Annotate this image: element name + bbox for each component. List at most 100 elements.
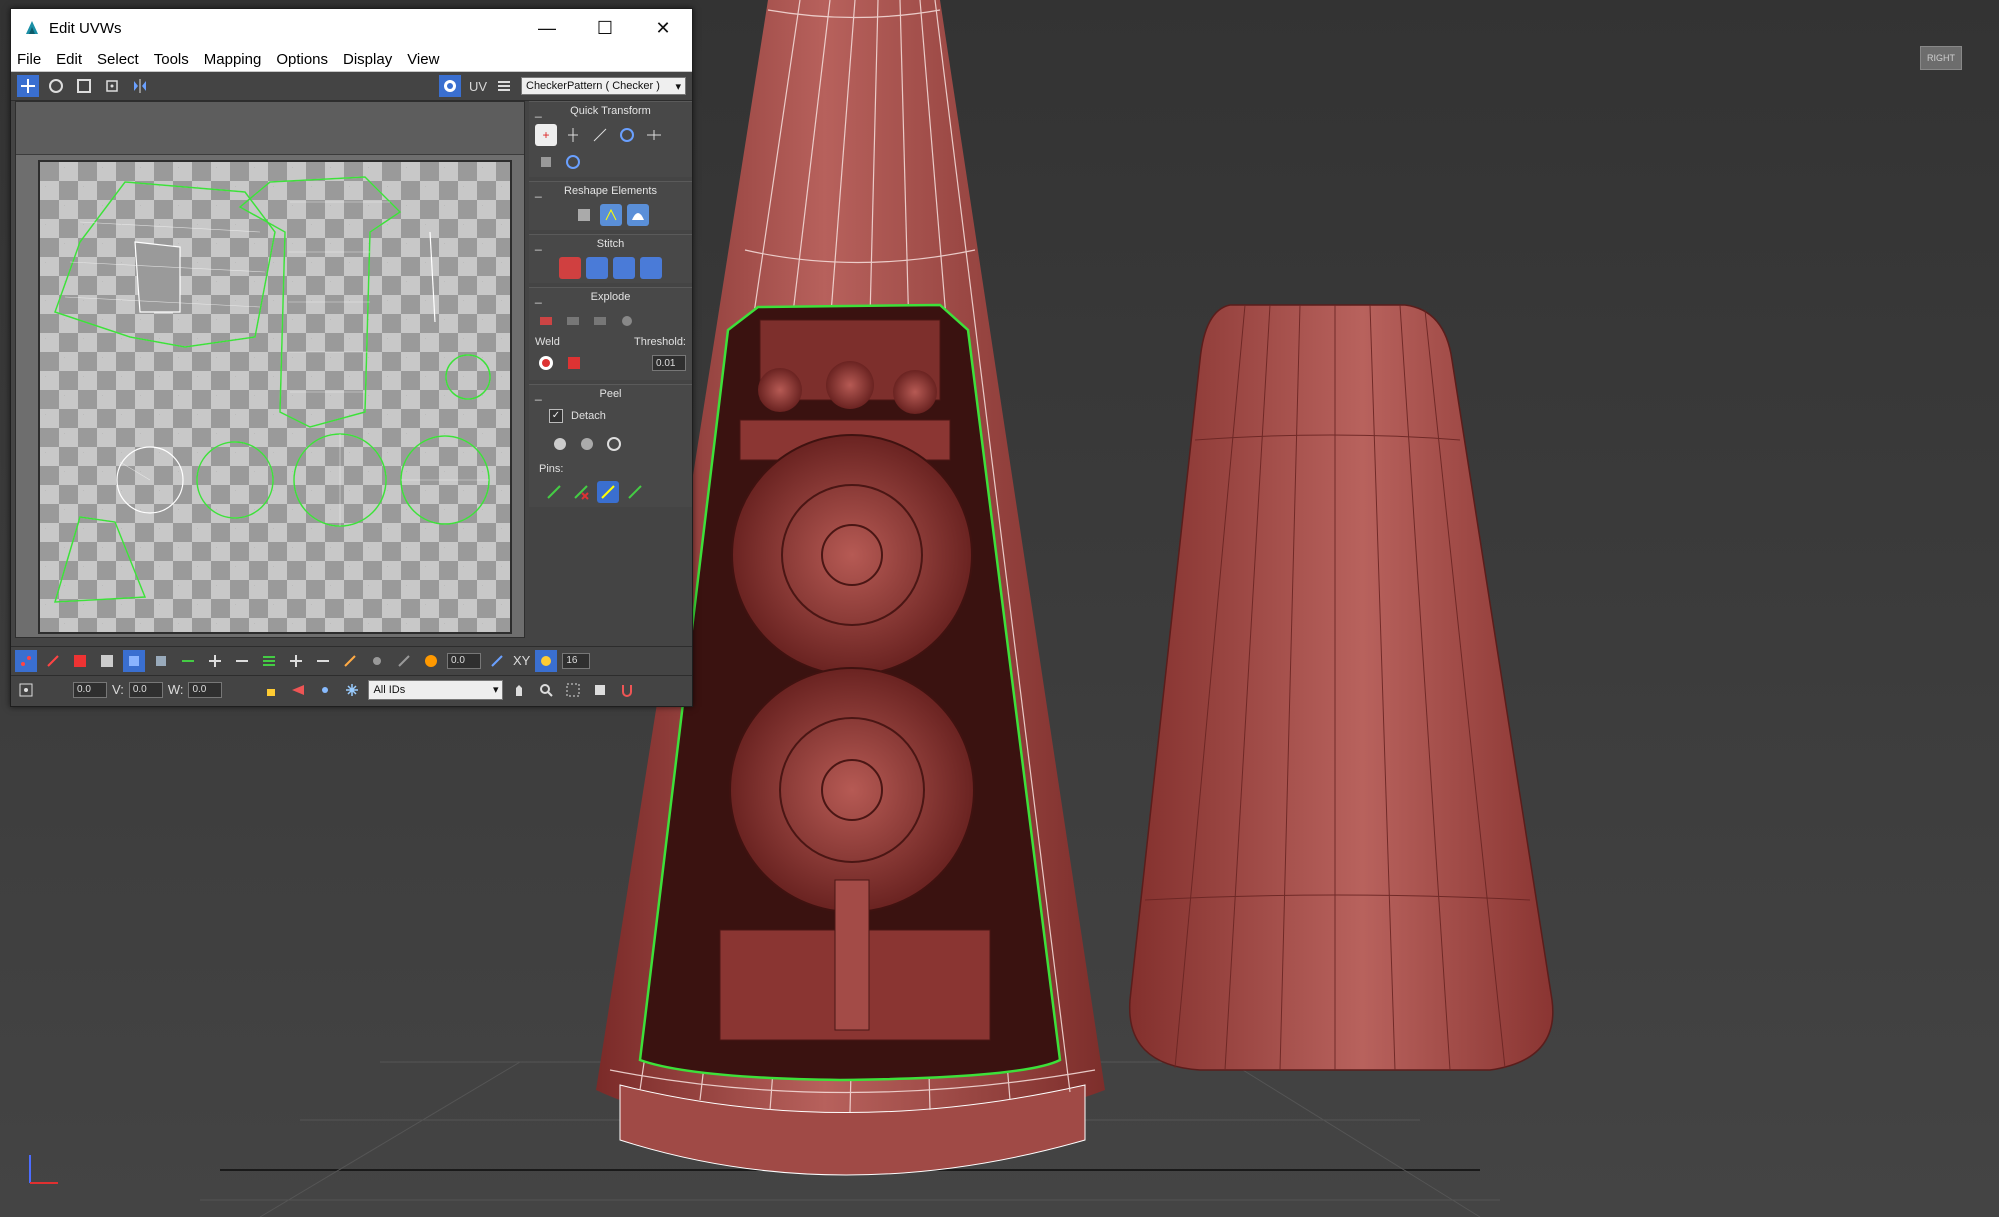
menu-mapping[interactable]: Mapping bbox=[198, 51, 271, 68]
falloff-type-icon[interactable] bbox=[486, 650, 508, 672]
collapse-icon[interactable]: _ bbox=[535, 102, 542, 120]
select-by-element-icon[interactable] bbox=[123, 649, 145, 672]
close-button[interactable]: ✕ bbox=[634, 9, 692, 47]
peel-header[interactable]: _ Peel bbox=[529, 385, 692, 403]
pivot-icon[interactable]: + bbox=[535, 124, 557, 146]
element-mode-icon[interactable] bbox=[96, 650, 118, 672]
align-vertical-icon[interactable] bbox=[562, 124, 584, 146]
show-map-icon[interactable] bbox=[438, 75, 461, 97]
falloff-spinner[interactable]: 0.0 bbox=[447, 652, 481, 669]
explode-header[interactable]: _ Explode bbox=[529, 288, 692, 306]
grow-select-icon[interactable] bbox=[150, 650, 172, 672]
pan-icon[interactable] bbox=[508, 679, 530, 701]
reset-peel-icon[interactable] bbox=[603, 433, 625, 455]
checker-texture[interactable] bbox=[38, 160, 512, 634]
straighten-selection-icon[interactable] bbox=[573, 204, 595, 226]
unpin-icon[interactable] bbox=[570, 481, 592, 503]
menu-select[interactable]: Select bbox=[91, 51, 148, 68]
texture-list-icon[interactable] bbox=[493, 75, 515, 97]
break-icon[interactable] bbox=[535, 310, 557, 332]
paint-shrink-icon[interactable] bbox=[393, 650, 415, 672]
align-horizontal-icon[interactable] bbox=[643, 124, 665, 146]
stitch-header[interactable]: _ Stitch bbox=[529, 235, 692, 253]
select-pins-icon[interactable] bbox=[624, 481, 646, 503]
stitch-average-icon[interactable] bbox=[586, 257, 608, 279]
zoom-extents-icon[interactable] bbox=[589, 679, 611, 701]
zoom-icon[interactable] bbox=[535, 679, 557, 701]
edit-uvws-window[interactable]: Edit UVWs — ☐ ✕ File Edit Select Tools M… bbox=[10, 8, 693, 707]
collapse-icon[interactable]: _ bbox=[535, 182, 542, 200]
minimize-button[interactable]: — bbox=[518, 9, 576, 47]
ring-grow-icon[interactable] bbox=[285, 650, 307, 672]
u-value: 0.0 bbox=[77, 684, 91, 695]
freeze-icon[interactable] bbox=[341, 679, 363, 701]
shrink-icon[interactable] bbox=[231, 650, 253, 672]
menu-options[interactable]: Options bbox=[270, 51, 337, 68]
paint-select-icon[interactable] bbox=[339, 650, 361, 672]
detach-checkbox[interactable]: ✓ bbox=[549, 409, 563, 423]
menu-tools[interactable]: Tools bbox=[148, 51, 198, 68]
relax-icon[interactable] bbox=[599, 204, 622, 226]
texture-dropdown[interactable]: CheckerPattern ( Checker ) ▾ bbox=[521, 77, 686, 95]
rotate-minus-90-icon[interactable] bbox=[562, 151, 584, 173]
ring-icon[interactable] bbox=[258, 650, 280, 672]
quick-transform-header[interactable]: _ Quick Transform bbox=[529, 102, 692, 120]
space-icon[interactable] bbox=[535, 151, 557, 173]
explode-icon[interactable] bbox=[562, 310, 584, 332]
menu-edit[interactable]: Edit bbox=[50, 51, 91, 68]
rotate-90-icon[interactable] bbox=[616, 124, 638, 146]
snap-icon[interactable] bbox=[616, 679, 638, 701]
isolate-icon[interactable] bbox=[314, 679, 336, 701]
material-id-dropdown[interactable]: All IDs ▾ bbox=[368, 679, 504, 700]
menu-display[interactable]: Display bbox=[337, 51, 401, 68]
menu-file[interactable]: File bbox=[11, 51, 50, 68]
vertex-mode-icon[interactable] bbox=[15, 649, 37, 672]
lock-icon[interactable] bbox=[260, 679, 282, 701]
w-spinner[interactable]: 0.0 bbox=[188, 681, 223, 698]
pin-selected-icon[interactable] bbox=[543, 481, 565, 503]
quick-peel-icon[interactable] bbox=[549, 433, 571, 455]
ring-shrink-icon[interactable] bbox=[312, 650, 334, 672]
straighten-icon[interactable] bbox=[589, 124, 611, 146]
face-mode-icon[interactable] bbox=[69, 650, 91, 672]
grow-icon[interactable] bbox=[204, 650, 226, 672]
mirror-icon[interactable] bbox=[129, 75, 151, 97]
relax-dome-icon[interactable] bbox=[626, 204, 649, 226]
rotate-icon[interactable] bbox=[45, 75, 67, 97]
scale-icon[interactable] bbox=[73, 75, 95, 97]
window-titlebar[interactable]: Edit UVWs — ☐ ✕ bbox=[11, 9, 692, 47]
soft-selection-icon[interactable] bbox=[420, 650, 442, 672]
reshape-elements-header[interactable]: _ Reshape Elements bbox=[529, 182, 692, 200]
stitch-to-target-icon[interactable] bbox=[559, 257, 581, 279]
u-spinner[interactable]: 0.0 bbox=[73, 681, 107, 698]
zoom-region-icon[interactable] bbox=[562, 679, 584, 701]
stitch-to-source-icon[interactable] bbox=[613, 257, 635, 279]
edge-mode-icon[interactable] bbox=[42, 650, 64, 672]
move-icon[interactable] bbox=[17, 75, 39, 97]
v-spinner[interactable]: 0.0 bbox=[128, 681, 163, 698]
edge-distance-icon[interactable] bbox=[535, 649, 558, 672]
uv-space-label[interactable]: UV bbox=[469, 79, 487, 94]
absolute-offset-icon[interactable] bbox=[15, 679, 37, 701]
collapse-icon[interactable]: _ bbox=[535, 235, 542, 253]
paint-grow-icon[interactable] bbox=[366, 650, 388, 672]
maximize-button[interactable]: ☐ bbox=[576, 9, 634, 47]
weld-target-icon[interactable] bbox=[535, 352, 557, 374]
auto-pin-icon[interactable] bbox=[597, 481, 619, 503]
uv-editor-canvas[interactable] bbox=[15, 101, 525, 638]
freeform-icon[interactable] bbox=[101, 75, 123, 97]
menu-view[interactable]: View bbox=[401, 51, 448, 68]
collapse-icon[interactable]: _ bbox=[535, 385, 542, 403]
collapse-icon[interactable]: _ bbox=[535, 288, 542, 306]
stitch-custom-icon[interactable] bbox=[640, 257, 662, 279]
loop-icon[interactable] bbox=[177, 650, 199, 672]
edge-distance-spinner[interactable]: 16 bbox=[562, 652, 591, 669]
flatten-icon[interactable] bbox=[589, 310, 611, 332]
viewcube[interactable]: RIGHT bbox=[1920, 46, 1962, 70]
hide-icon[interactable] bbox=[287, 679, 309, 701]
detach-edge-icon[interactable] bbox=[616, 310, 638, 332]
falloff-space-label[interactable]: XY bbox=[513, 653, 530, 668]
weld-selected-icon[interactable] bbox=[563, 352, 585, 374]
threshold-spinner[interactable]: 0.01 bbox=[652, 355, 686, 371]
peel-mode-icon[interactable] bbox=[576, 433, 598, 455]
